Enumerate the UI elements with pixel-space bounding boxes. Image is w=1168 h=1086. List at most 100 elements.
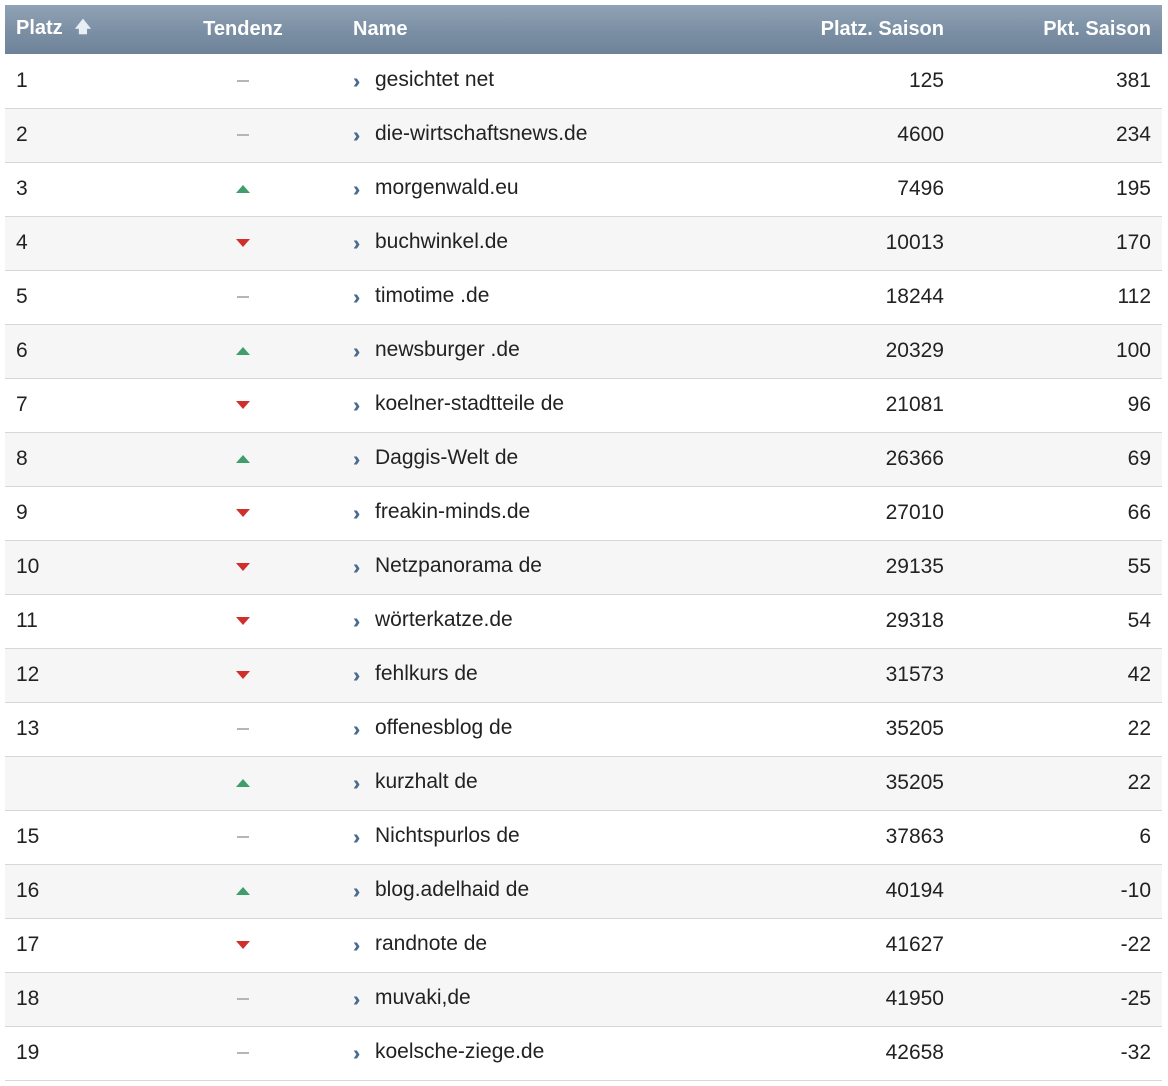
table-row: 4 ›› buchwinkel.de 10013 170: [5, 216, 1162, 270]
site-name-link[interactable]: morgenwald.eu: [375, 176, 519, 199]
trend-same-icon: [237, 296, 249, 299]
trend-up-icon: [236, 347, 250, 356]
table-row: ›› kurzhalt de 35205 22: [5, 756, 1162, 810]
double-chevron-right-icon[interactable]: ››: [353, 341, 369, 364]
double-chevron-right-icon[interactable]: ››: [353, 395, 369, 418]
double-chevron-right-icon[interactable]: ››: [353, 665, 369, 688]
column-header-name[interactable]: Name: [331, 5, 691, 54]
double-chevron-right-icon[interactable]: ››: [353, 827, 369, 850]
site-name-link[interactable]: buchwinkel.de: [375, 230, 508, 253]
platz-cell: 15: [16, 825, 40, 848]
pkt-saison-cell: 54: [1127, 609, 1151, 632]
double-chevron-right-icon[interactable]: ››: [353, 71, 369, 94]
platz-cell: 11: [16, 609, 38, 632]
double-chevron-right-icon[interactable]: ››: [353, 773, 369, 796]
site-name-link[interactable]: randnote de: [375, 932, 487, 955]
trend-down-icon: [236, 941, 250, 950]
site-name-link[interactable]: koelsche-ziege.de: [375, 1040, 544, 1063]
double-chevron-right-icon[interactable]: ››: [353, 233, 369, 256]
site-name-link[interactable]: die-wirtschaftsnews.de: [375, 122, 587, 145]
name-cell: ›› wörterkatze.de: [331, 594, 691, 648]
column-header-platz[interactable]: Platz 🡅: [5, 5, 155, 54]
tendenz-cell: [155, 648, 331, 702]
pkt-saison-cell: -25: [1120, 987, 1151, 1010]
site-name-link[interactable]: koelner-stadtteile de: [375, 392, 564, 415]
site-name-link[interactable]: newsburger .de: [375, 338, 520, 361]
pkt-saison-cell: 170: [1115, 231, 1151, 254]
sort-up-arrow-icon[interactable]: 🡅: [75, 16, 91, 43]
trend-down-icon: [236, 617, 250, 626]
platz-cell: 2: [16, 123, 28, 146]
tendenz-cell: [155, 756, 331, 810]
tendenz-cell: [155, 270, 331, 324]
trend-up-icon: [236, 455, 250, 464]
pkt-saison-cell: 381: [1115, 68, 1151, 92]
site-name-link[interactable]: kurzhalt de: [375, 770, 478, 793]
name-cell: ›› newsburger .de: [331, 324, 691, 378]
name-cell: ›› buchwinkel.de: [331, 216, 691, 270]
platz-cell: 19: [16, 1041, 40, 1064]
platz-saison-cell: 27010: [885, 501, 944, 524]
trend-down-icon: [236, 509, 250, 518]
table-row: 11 ›› wörterkatze.de 29318 54: [5, 594, 1162, 648]
double-chevron-right-icon[interactable]: ››: [353, 881, 369, 904]
double-chevron-right-icon[interactable]: ››: [353, 557, 369, 580]
platz-saison-cell: 35205: [885, 771, 944, 794]
site-name-link[interactable]: Netzpanorama de: [375, 554, 542, 577]
double-chevron-right-icon[interactable]: ››: [353, 989, 369, 1012]
table-row: 1 ›› gesichtet net 125 381: [5, 54, 1162, 108]
platz-saison-cell: 29318: [885, 609, 944, 632]
column-header-pkt-saison[interactable]: Pkt. Saison: [957, 5, 1162, 54]
site-name-link[interactable]: freakin-minds.de: [375, 500, 530, 523]
double-chevron-right-icon[interactable]: ››: [353, 935, 369, 958]
site-name-link[interactable]: timotime .de: [375, 284, 489, 307]
double-chevron-right-icon[interactable]: ››: [353, 503, 369, 526]
name-cell: ›› kurzhalt de: [331, 756, 691, 810]
site-name-link[interactable]: offenesblog de: [375, 716, 512, 739]
table-header-row: Platz 🡅 Tendenz Name Platz. Saison Pkt. S…: [5, 5, 1162, 54]
platz-saison-cell: 20329: [885, 339, 944, 362]
table-row: 19 ›› koelsche-ziege.de 42658 -32: [5, 1026, 1162, 1080]
name-cell: ›› timotime .de: [331, 270, 691, 324]
table-row: 7 ›› koelner-stadtteile de 21081 96: [5, 378, 1162, 432]
name-cell: ›› fehlkurs de: [331, 648, 691, 702]
tendenz-cell: [155, 594, 331, 648]
table-body: 1 ›› gesichtet net 125 381 2 ›› die-wirtschafts…: [5, 54, 1162, 1080]
name-cell: ›› Daggis-Welt de: [331, 432, 691, 486]
double-chevron-right-icon[interactable]: ››: [353, 1043, 369, 1066]
double-chevron-right-icon[interactable]: ››: [353, 125, 369, 148]
platz-cell: 18: [16, 987, 40, 1010]
pkt-saison-cell: 234: [1115, 123, 1151, 146]
tendenz-cell: [155, 108, 331, 162]
site-name-link[interactable]: wörterkatze.de: [375, 608, 513, 631]
trend-down-icon: [236, 671, 250, 680]
site-name-link[interactable]: muvaki,de: [375, 986, 471, 1009]
double-chevron-right-icon[interactable]: ››: [353, 611, 369, 634]
site-name-link[interactable]: gesichtet net: [375, 68, 494, 91]
table-row: 15 ›› Nichtspurlos de 37863 6: [5, 810, 1162, 864]
column-header-tendenz[interactable]: Tendenz: [155, 5, 331, 54]
site-name-link[interactable]: Nichtspurlos de: [375, 824, 520, 847]
platz-saison-cell: 42658: [885, 1041, 944, 1064]
tendenz-cell: [155, 432, 331, 486]
column-header-platz-saison[interactable]: Platz. Saison: [691, 5, 957, 54]
tendenz-cell: [155, 216, 331, 270]
double-chevron-right-icon[interactable]: ››: [353, 179, 369, 202]
double-chevron-right-icon[interactable]: ››: [353, 449, 369, 472]
site-name-link[interactable]: fehlkurs de: [375, 662, 478, 685]
table-row: 10 ›› Netzpanorama de 29135 55: [5, 540, 1162, 594]
site-name-link[interactable]: Daggis-Welt de: [375, 446, 518, 469]
name-cell: ›› koelsche-ziege.de: [331, 1026, 691, 1080]
trend-same-icon: [237, 134, 249, 137]
trend-up-icon: [236, 887, 250, 896]
double-chevron-right-icon[interactable]: ››: [353, 719, 369, 742]
table-row: 17 ›› randnote de 41627 -22: [5, 918, 1162, 972]
double-chevron-right-icon[interactable]: ››: [353, 287, 369, 310]
trend-down-icon: [236, 563, 250, 572]
tendenz-cell: [155, 486, 331, 540]
tendenz-cell: [155, 918, 331, 972]
name-cell: ›› die-wirtschaftsnews.de: [331, 108, 691, 162]
name-cell: ›› morgenwald.eu: [331, 162, 691, 216]
site-name-link[interactable]: blog.adelhaid de: [375, 878, 529, 901]
pkt-saison-cell: 112: [1117, 285, 1151, 308]
